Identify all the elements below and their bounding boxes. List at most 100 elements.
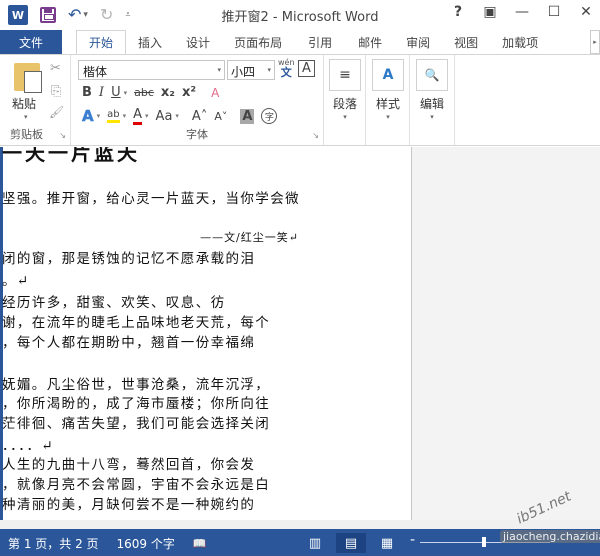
proofing-icon[interactable]: 📖 — [193, 537, 207, 550]
subscript-button[interactable]: x₂ — [161, 85, 175, 100]
paragraph-button[interactable]: ≡ — [329, 59, 361, 91]
change-case-button[interactable]: Aa — [156, 109, 173, 124]
strikethrough-button[interactable]: abc — [134, 86, 154, 99]
status-left: 第 1 页，共 2 页 1609 个字 📖 — [8, 535, 207, 552]
paragraph-icon: ≡ — [339, 67, 351, 83]
watermark-url: jiaocheng.chazidian.com — [500, 530, 600, 543]
tab-mailings[interactable]: 邮件 — [346, 30, 394, 54]
superscript-button[interactable]: x² — [182, 85, 196, 100]
styles-dropdown-icon[interactable]: ▾ — [368, 113, 408, 121]
undo-icon[interactable]: ↶ — [68, 7, 81, 23]
paragraph-group: ≡ 段落 ▾ — [324, 55, 366, 145]
minimize-icon[interactable]: — — [514, 4, 530, 20]
read-mode-icon: ▥ — [308, 535, 322, 551]
tab-page-layout[interactable]: 页面布局 — [222, 30, 294, 54]
help-icon[interactable]: ? — [450, 4, 466, 20]
editing-dropdown-icon[interactable]: ▾ — [412, 113, 452, 121]
tab-references[interactable]: 引用 — [294, 30, 346, 54]
underline-dropdown-icon[interactable]: ▾ — [124, 89, 128, 97]
read-mode-button[interactable]: ▥ — [300, 533, 330, 553]
zoom-slider-thumb[interactable] — [482, 537, 486, 547]
styles-group: A 样式 ▾ — [366, 55, 410, 145]
editing-group: 🔍 编辑 ▾ — [410, 55, 455, 145]
customize-qat-icon[interactable]: ⩡ — [125, 10, 130, 20]
font-name-value: 楷体 — [83, 65, 108, 79]
tab-file[interactable]: 文件 — [0, 30, 63, 54]
document-page[interactable]: 一天一片蓝天 坚强。推开窗，给心灵一片蓝天，当你学会微 ——文/红尘一笑↵ 闭的… — [0, 147, 412, 520]
paragraph-label[interactable]: 段落 — [325, 95, 365, 112]
paste-button[interactable]: 粘贴 — [12, 95, 36, 112]
copy-icon[interactable]: ⎘ — [51, 84, 61, 99]
cut-icon[interactable]: ✂ — [50, 61, 61, 76]
document-title-fragment: 一天一片蓝天 — [2, 147, 140, 165]
ribbon-tabs: 文件 开始 插入 设计 页面布局 引用 邮件 审阅 视图 加载项 ▸ — [0, 30, 600, 54]
phonetic-guide-button[interactable]: wén 文 — [278, 58, 295, 78]
maximize-icon[interactable]: ☐ — [546, 4, 562, 20]
quick-access-toolbar: W ↶ ▾ ↻ ⩡ — [8, 5, 130, 25]
font-color-button[interactable]: A — [133, 107, 143, 125]
character-shading-button[interactable]: A — [240, 108, 255, 124]
word-app-icon[interactable]: W — [8, 5, 28, 25]
clear-formatting-button[interactable]: A — [211, 86, 219, 100]
zoom-out-button[interactable]: - — [410, 532, 415, 548]
editing-label[interactable]: 编辑 — [412, 95, 452, 112]
character-border-button[interactable]: A — [298, 60, 315, 77]
clipboard-launcher-icon[interactable]: ↘ — [59, 131, 66, 140]
print-layout-icon: ▤ — [344, 535, 358, 551]
doc-line: ，你所渴盼的，成了海市蜃楼；你所向往 — [2, 396, 271, 412]
change-case-dropdown-icon[interactable]: ▾ — [175, 112, 179, 120]
format-painter-icon[interactable]: 🖌 — [49, 105, 64, 119]
italic-button[interactable]: I — [99, 85, 104, 100]
horizontal-scrollbar[interactable] — [0, 520, 600, 529]
paste-dropdown-icon[interactable]: ▾ — [24, 113, 28, 121]
tab-scroll-right-icon[interactable]: ▸ — [590, 30, 600, 54]
web-layout-button[interactable]: ▦ — [372, 533, 402, 553]
word-count[interactable]: 1609 个字 — [117, 535, 175, 552]
underline-button[interactable]: U — [111, 85, 121, 100]
text-effects-dropdown-icon[interactable]: ▾ — [97, 112, 101, 120]
editing-button[interactable]: 🔍 — [416, 59, 448, 91]
bold-button[interactable]: B — [82, 85, 92, 100]
doc-line: 茫徘徊、痛苦失望，我们可能会选择关闭 — [2, 416, 271, 432]
paragraph-dropdown-icon[interactable]: ▾ — [325, 113, 365, 121]
styles-label[interactable]: 样式 — [368, 95, 408, 112]
highlight-button[interactable]: ab — [107, 109, 120, 123]
save-icon[interactable] — [40, 7, 56, 23]
undo-dropdown-icon[interactable]: ▾ — [83, 10, 88, 20]
doc-line: 坚强。推开窗，给心灵一片蓝天，当你学会微 — [2, 191, 300, 207]
highlight-dropdown-icon[interactable]: ▾ — [123, 112, 127, 120]
doc-line: 种清丽的美，月缺何尝不是一种婉约的 — [2, 497, 256, 513]
doc-line: ．．．．↵ — [2, 438, 55, 454]
shrink-font-button[interactable]: A˅ — [214, 110, 227, 123]
tab-insert[interactable]: 插入 — [126, 30, 174, 54]
redo-icon[interactable]: ↻ — [100, 7, 113, 23]
tab-review[interactable]: 审阅 — [394, 30, 442, 54]
page-count[interactable]: 第 1 页，共 2 页 — [8, 535, 99, 552]
font-format-row-2: A ▾ ab ▾ A ▾ Aa ▾ A˄ A˅ A 字 — [82, 107, 278, 126]
tab-addins[interactable]: 加载项 — [490, 30, 550, 54]
font-group: 楷体 ▾ 小四 ▾ wén 文 A B I U ▾ abc x₂ x² A A … — [71, 55, 324, 145]
styles-button[interactable]: A — [372, 59, 404, 91]
paste-icon[interactable] — [14, 63, 42, 93]
tab-view[interactable]: 视图 — [442, 30, 490, 54]
tab-home[interactable]: 开始 — [76, 30, 127, 54]
close-icon[interactable]: ✕ — [578, 4, 594, 20]
font-name-select[interactable]: 楷体 ▾ — [78, 60, 225, 80]
doc-line: 人生的九曲十八弯，蓦然回首，你会发 — [2, 457, 256, 473]
ribbon-display-options-icon[interactable]: ▣ — [482, 4, 498, 20]
web-layout-icon: ▦ — [380, 535, 394, 551]
print-layout-button[interactable]: ▤ — [336, 533, 366, 553]
grow-font-button[interactable]: A˄ — [192, 109, 207, 124]
font-color-dropdown-icon[interactable]: ▾ — [145, 112, 149, 120]
font-size-select[interactable]: 小四 ▾ — [227, 60, 275, 80]
enclose-characters-button[interactable]: 字 — [261, 108, 278, 124]
view-buttons: ▥ ▤ ▦ — [300, 533, 402, 553]
tab-design[interactable]: 设计 — [174, 30, 222, 54]
title-bar: W ↶ ▾ ↻ ⩡ 推开窗2 - Microsoft Word ? ▣ — ☐ … — [0, 0, 600, 30]
doc-line: ，就像月亮不会常圆，宇宙不会永远是白 — [2, 477, 271, 493]
font-launcher-icon[interactable]: ↘ — [312, 131, 319, 140]
author-line: ——文/红尘一笑↵ — [200, 231, 299, 244]
doc-line: 经历许多，甜蜜、欢笑、叹息、彷 — [2, 295, 226, 311]
doc-line: 。↵ — [2, 273, 30, 289]
text-effects-button[interactable]: A — [82, 107, 94, 126]
